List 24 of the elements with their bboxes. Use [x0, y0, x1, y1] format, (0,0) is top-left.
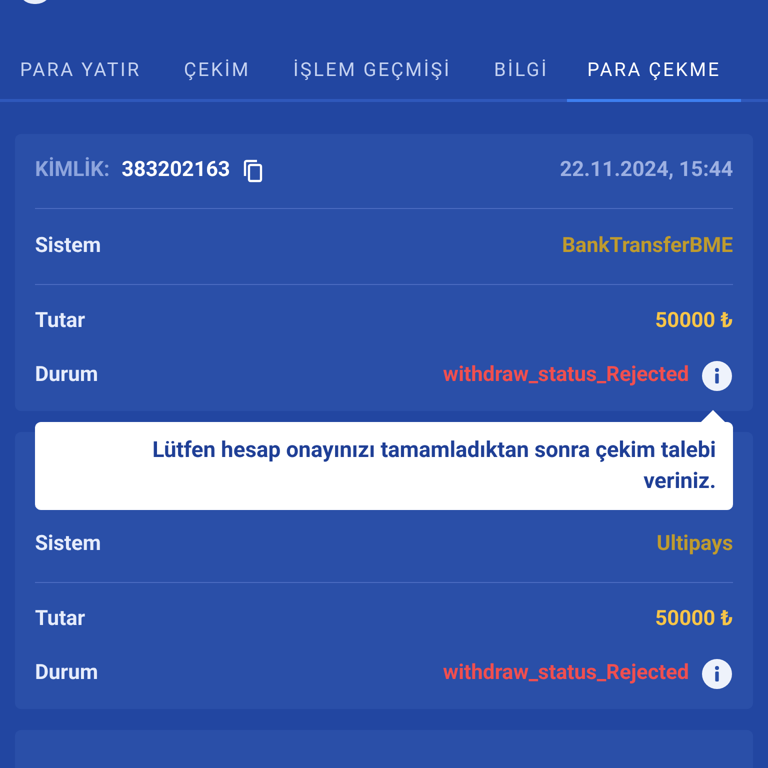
row-label: Tutar	[35, 308, 86, 336]
tab[interactable]: PARA ÇEKME	[567, 42, 741, 102]
row-label: Tutar	[35, 606, 86, 634]
id-label: KİMLİK:	[35, 156, 110, 184]
tab[interactable]: PARA YATIR	[0, 42, 161, 102]
info-icon[interactable]	[701, 360, 733, 392]
tab[interactable]: İŞLEM GEÇMİŞİ	[273, 42, 472, 102]
row-value: BankTransferBME	[562, 232, 733, 260]
row-label: Sistem	[35, 232, 101, 260]
row-value: withdraw_status_Rejected	[443, 660, 689, 688]
date-text: 22.11.2024, 15:44	[560, 157, 733, 184]
row-value: Ultipays	[656, 530, 733, 558]
row-label: Durum	[35, 660, 98, 688]
copy-icon[interactable]	[242, 159, 264, 183]
tooltip-text: Lütfen hesap onayınızı tamamladıktan sonra çekim talebi veriniz.	[151, 437, 716, 496]
row-label: Durum	[35, 362, 98, 390]
tab[interactable]: BİLGİ	[474, 42, 568, 102]
row-value: 50000 ₺	[655, 606, 733, 634]
row-value: 50000 ₺	[655, 308, 733, 336]
row-label: Sistem	[35, 530, 101, 558]
tab[interactable]: ÇEKİM	[164, 42, 270, 102]
info-icon[interactable]	[701, 658, 733, 690]
row-value: withdraw_status_Rejected	[443, 362, 689, 390]
id-value: 383202163	[122, 157, 230, 184]
